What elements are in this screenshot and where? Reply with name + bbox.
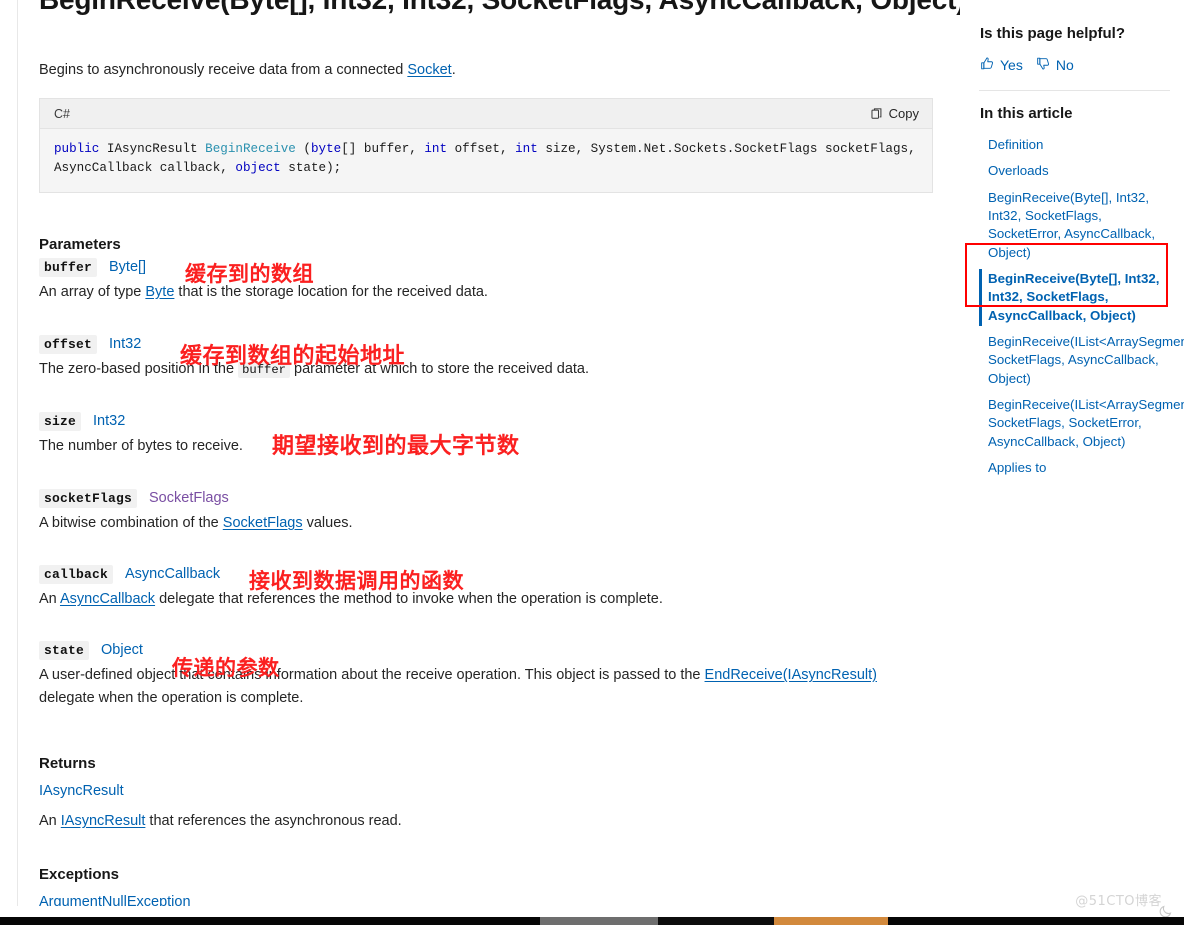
vote-row: Yes No [979,56,1170,74]
exceptions-heading: Exceptions [39,866,120,883]
strip-segment-4 [774,917,888,925]
toc-item-overloads[interactable]: Overloads [979,158,1170,184]
parameter-size-name: size [39,412,82,431]
parameter-socketflags-name: socketFlags [39,489,138,508]
code-seg-7: state); [280,161,342,176]
copy-button[interactable]: Copy [863,102,928,125]
annotation-offset: 缓存到数组的起始地址 [180,344,406,369]
table-of-contents: Definition Overloads BeginReceive(Byte[]… [979,132,1184,482]
parameter-socketflags-desc-before: A bitwise combination of the [39,515,223,531]
vote-yes-label: Yes [1000,57,1023,73]
argumentnullexception-link[interactable]: ArgumentNullException [39,894,191,906]
code-seg-6: AsyncCallback callback, [54,161,236,176]
in-this-article-heading: In this article [980,105,1073,122]
documentation-page: BeginReceive(Byte[], Int32, Int32, Socke… [0,0,1184,925]
code-block-body: public IAsyncResult BeginReceive (byte[]… [40,129,932,193]
main-content: BeginReceive(Byte[], Int32, Int32, Socke… [0,0,960,906]
annotation-callback: 接收到数据调用的函数 [249,569,464,593]
parameter-socketflags-desc: A bitwise combination of the SocketFlags… [39,512,353,535]
code-language-label: C# [54,106,70,121]
toc-item-beginreceive-socketerror[interactable]: BeginReceive(Byte[], Int32, Int32, Socke… [979,185,1170,266]
code-seg-1: IAsyncResult [99,142,206,156]
parameter-size-head: size Int32 [39,412,243,431]
intro-paragraph: Begins to asynchronously receive data fr… [39,60,456,82]
strip-segment-1 [0,917,540,925]
code-seg-3: [] buffer, [341,142,425,156]
iasyncresult-link[interactable]: IAsyncResult [61,813,146,829]
parameter-state-name: state [39,641,90,660]
strip-segment-2 [540,917,658,925]
bottom-strip [0,917,1184,925]
helpful-heading: Is this page helpful? [980,25,1126,42]
strip-segment-5 [888,917,1184,925]
toc-item-beginreceive-ilist-socketerror[interactable]: BeginReceive(IList<ArraySegment<Byte>>, … [979,392,1184,455]
code-seg-4: offset, [447,142,516,156]
code-seg-5: size, System.Net.Sockets.SocketFlags soc… [537,142,916,156]
sidebar-divider [979,90,1170,91]
code-method-name: BeginReceive [205,142,296,156]
code-kw-object: object [235,161,281,176]
parameter-size-desc: The number of bytes to receive. [39,438,243,454]
parameter-state-desc-after: delegate when the operation is complete. [39,690,304,707]
parameter-callback-name: callback [39,565,114,584]
toc-item-beginreceive-current[interactable]: BeginReceive(Byte[], Int32, Int32, Socke… [979,266,1170,329]
parameter-buffer-name: buffer [39,258,98,277]
right-sidebar: Is this page helpful? Yes No In this art… [965,0,1184,906]
code-kw-int-2: int [515,142,538,156]
annotation-state: 传递的参数 [172,656,280,680]
parameter-callback-desc-before: An [39,591,60,607]
watermark-text: @51CTO博客 [1075,894,1162,909]
return-type: IAsyncResult [39,783,124,799]
exception-item: ArgumentNullException [39,894,191,906]
return-desc-after: that references the asynchronous read. [145,813,402,829]
vote-no-label: No [1055,57,1074,73]
parameter-size-type-link[interactable]: Int32 [93,413,125,429]
thumbs-up-icon [980,56,995,74]
return-description: An IAsyncResult that references the asyn… [39,810,402,833]
parameter-state-desc-before: A user-defined object that contains info… [39,667,705,683]
copy-button-label: Copy [888,106,919,121]
vote-yes-button[interactable]: Yes [980,56,1029,74]
parameter-socketflags-type-link[interactable]: SocketFlags [149,490,229,506]
toc-item-applies-to[interactable]: Applies to [979,455,1170,481]
annotation-size: 期望接收到的最大字节数 [272,434,520,459]
code-seg-2: ( [295,142,311,156]
parameter-offset-name: offset [39,335,98,354]
parameter-offset-type-link[interactable]: Int32 [109,336,141,352]
parameter-socketflags: socketFlags SocketFlags A bitwise combin… [39,489,353,535]
strip-segment-3 [658,917,774,925]
returns-heading: Returns [39,755,96,772]
intro-text-after: . [451,62,456,78]
toc-item-beginreceive-ilist[interactable]: BeginReceive(IList<ArraySegment<Byte>>, … [979,329,1184,392]
code-kw-public: public [54,142,100,156]
parameter-callback-type-link[interactable]: AsyncCallback [125,566,220,582]
parameter-socketflags-desc-after: values. [302,515,353,531]
code-block-header: C# Copy [40,99,932,129]
code-kw-int-1: int [424,142,448,156]
endreceive-link[interactable]: EndReceive(IAsyncResult) [705,667,877,683]
code-kw-byte: byte [311,142,342,156]
socketflags-link[interactable]: SocketFlags [223,515,303,531]
return-type-link[interactable]: IAsyncResult [39,783,124,799]
socket-link[interactable]: Socket [407,62,451,78]
asynccallback-link[interactable]: AsyncCallback [60,591,155,607]
thumbs-down-icon [1036,56,1051,74]
parameter-buffer-desc-before: An array of type [39,284,146,300]
return-desc-before: An [39,813,61,829]
byte-link[interactable]: Byte [145,284,174,300]
parameter-size: size Int32 The number of bytes to receiv… [39,412,243,458]
parameter-state-type-link[interactable]: Object [101,642,143,658]
toc-item-definition[interactable]: Definition [979,132,1170,158]
annotation-buffer: 缓存到的数组 [185,262,314,286]
code-block: C# Copy public IAsyncResult BeginReceive… [39,98,933,194]
page-title: BeginReceive(Byte[], Int32, Int32, Socke… [39,0,960,17]
vote-no-button[interactable]: No [1036,56,1080,74]
parameters-heading: Parameters [39,236,121,253]
copy-icon [871,107,884,121]
intro-text-before: Begins to asynchronously receive data fr… [39,62,408,78]
parameter-buffer-type-link[interactable]: Byte[] [109,259,146,275]
parameter-socketflags-head: socketFlags SocketFlags [39,489,353,508]
